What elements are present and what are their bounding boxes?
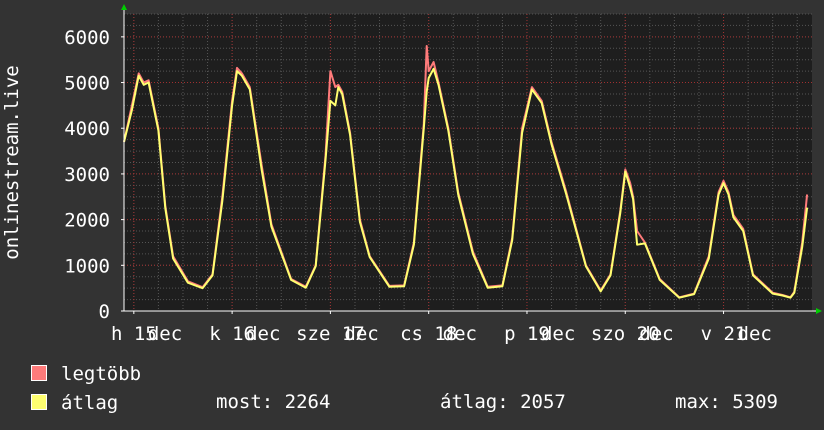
max-swatch [31, 364, 47, 381]
x-tick-month-label: dec [738, 323, 772, 345]
legend-item-avg: átlag [31, 391, 118, 415]
legend: legtöbb átlag most: 2264 átlag: 2057 max… [0, 360, 824, 430]
y-tick-label: 1000 [64, 255, 110, 277]
y-tick-label: 6000 [64, 27, 110, 49]
x-tick-month-label: dec [639, 323, 673, 345]
y-tick-label: 4000 [64, 118, 110, 140]
y-tick-label: 2000 [64, 210, 110, 232]
legend-avg-label: átlag [61, 392, 119, 414]
stat-max: max: 5309 [675, 391, 778, 413]
y-axis-title: onlinestream.live [1, 65, 23, 259]
legend-max-label: legtöbb [61, 363, 142, 385]
avg-swatch [31, 393, 47, 410]
legend-item-max: legtöbb [31, 362, 141, 386]
chart: 0100020003000400050006000h 15dec k 16dec s… [1, 4, 822, 345]
y-tick-label: 3000 [64, 164, 110, 186]
y-axis-arrow [121, 4, 127, 10]
x-tick-month-label: dec [443, 323, 477, 345]
x-tick-month-label: dec [541, 323, 575, 345]
x-tick-month-label: dec [246, 323, 280, 345]
x-tick-month-label: dec [344, 323, 378, 345]
y-tick-label: 0 [99, 301, 110, 323]
x-axis-arrow [816, 308, 822, 314]
stat-now: most: 2264 [216, 391, 331, 413]
x-tick-month-label: dec [148, 323, 182, 345]
y-tick-label: 5000 [64, 73, 110, 95]
stat-average: átlag: 2057 [440, 391, 566, 413]
